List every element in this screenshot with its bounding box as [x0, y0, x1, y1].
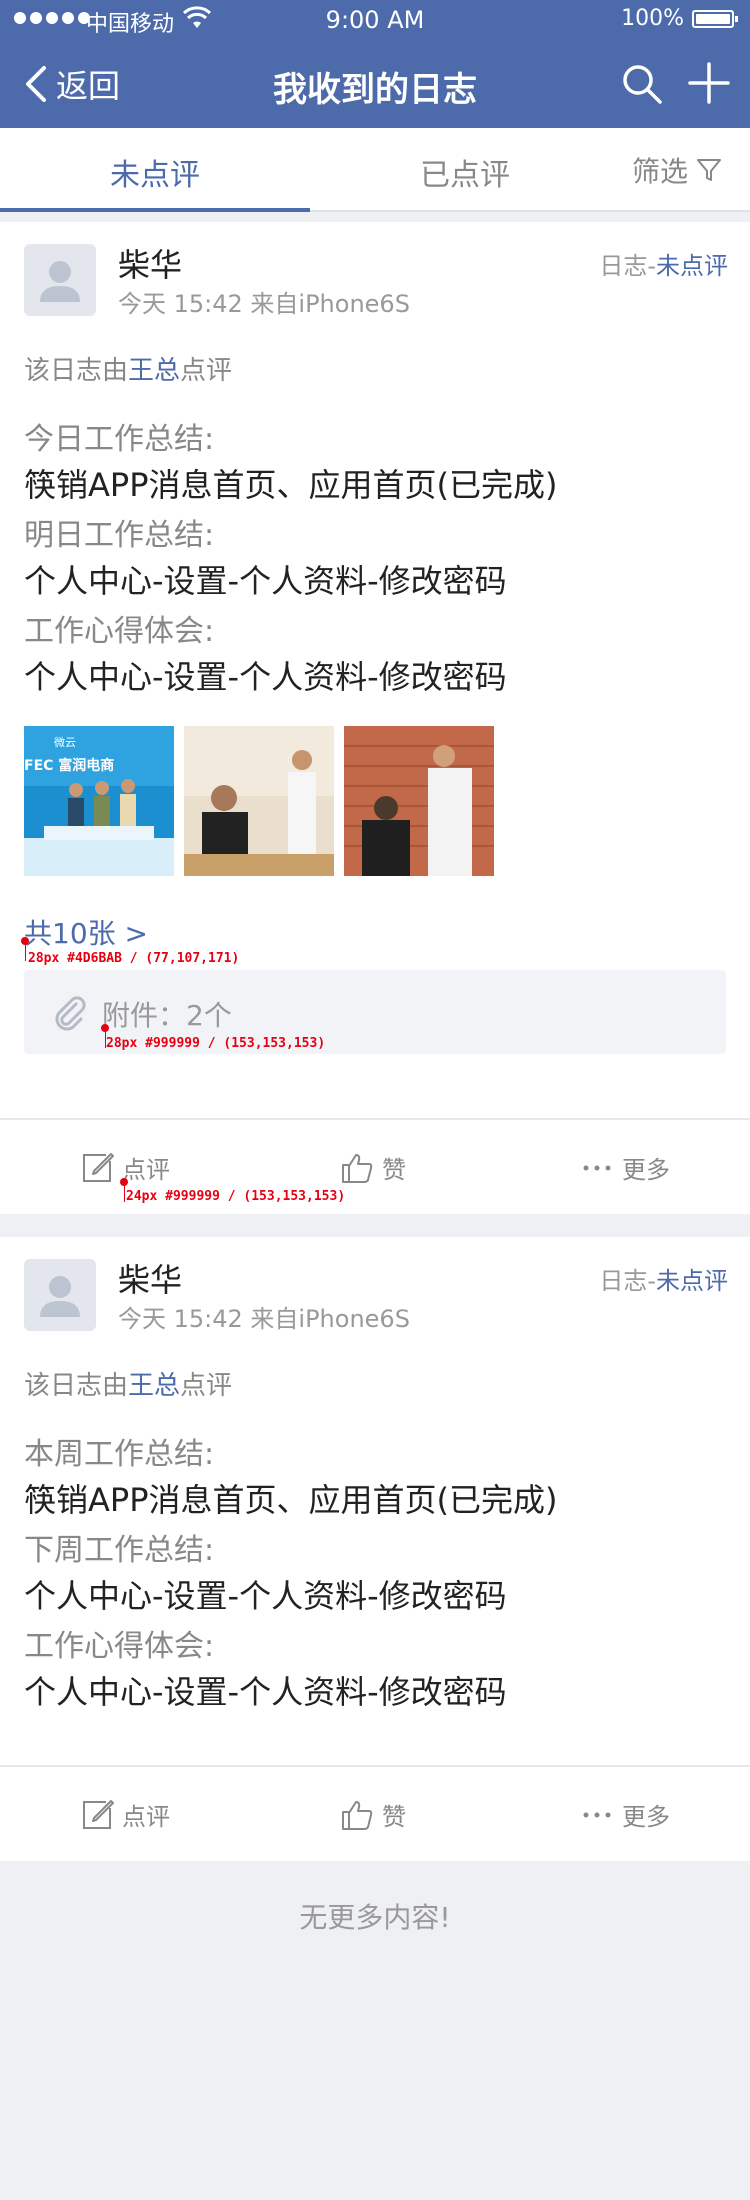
- add-icon[interactable]: [686, 60, 732, 106]
- reviewer-name[interactable]: 王总: [128, 356, 180, 386]
- like-label: 赞: [382, 1803, 406, 1831]
- reviewed-by-prefix: 该日志由: [24, 356, 129, 386]
- log-card[interactable]: 柴华 今天 15:42 来自iPhone6S 日志-未点评 该日志由王总点评 今…: [0, 222, 750, 1118]
- battery-icon: [692, 10, 738, 28]
- tab-unreviewed[interactable]: 未点评: [110, 150, 200, 194]
- like-label: 赞: [382, 1156, 406, 1184]
- log-type-prefix: 日志-: [599, 1267, 656, 1295]
- section-text: 个人中心-设置-个人资料-修改密码: [24, 658, 507, 696]
- section-label: 工作心得体会:: [24, 1629, 215, 1664]
- section-text: 个人中心-设置-个人资料-修改密码: [24, 562, 507, 600]
- review-status: 未点评: [656, 252, 728, 280]
- photo-thumbnail[interactable]: [344, 726, 494, 876]
- search-icon[interactable]: [620, 62, 664, 106]
- author-name[interactable]: 柴华: [118, 1255, 182, 1301]
- section-text: 筷销APP消息首页、应用首页(已完成): [24, 1481, 558, 1519]
- section-label: 下周工作总结:: [24, 1533, 215, 1568]
- reviewer-name[interactable]: 王总: [128, 1371, 180, 1401]
- annotation-line: [124, 1182, 125, 1202]
- edit-icon: [83, 1799, 114, 1829]
- annotation-photo-count: 28px #4D6BAB / (77,107,171): [28, 951, 240, 966]
- photo-brand-text: 微云: [54, 735, 76, 749]
- log-card[interactable]: 柴华 今天 15:42 来自iPhone6S 日志-未点评 该日志由王总点评 本…: [0, 1237, 750, 1765]
- section-label: 明日工作总结:: [24, 518, 215, 553]
- reviewed-by-line: 该日志由王总点评: [24, 350, 232, 387]
- section-label: 工作心得体会:: [24, 614, 215, 649]
- section-label: 本周工作总结:: [24, 1437, 215, 1472]
- photo-clinic: [184, 726, 334, 876]
- post-action-bar: 点评 赞 更多: [0, 1765, 750, 1861]
- more-button[interactable]: 更多: [580, 1150, 670, 1185]
- annotation-attachment: 28px #999999 / (153,153,153): [106, 1036, 326, 1051]
- filter-label: 筛选: [632, 155, 689, 188]
- post-meta: 今天 15:42 来自iPhone6S: [118, 290, 410, 318]
- person-icon: [40, 261, 80, 302]
- battery-percent: 100%: [621, 6, 684, 31]
- section-text: 个人中心-设置-个人资料-修改密码: [24, 1673, 507, 1711]
- section-text: 筷销APP消息首页、应用首页(已完成): [24, 466, 558, 504]
- thumbs-up-icon: [342, 1800, 373, 1830]
- photo-strip: 微云 FEC 富润电商: [24, 726, 504, 876]
- section-label: 今日工作总结:: [24, 422, 215, 457]
- reviewed-by-suffix: 点评: [180, 356, 233, 386]
- photo-massage: [344, 726, 494, 876]
- like-button[interactable]: 赞: [340, 1797, 406, 1832]
- log-type-tag: 日志-未点评: [599, 246, 728, 281]
- attachment-label: 附件：2个: [102, 999, 232, 1032]
- reviewed-by-line: 该日志由王总点评: [24, 1365, 232, 1402]
- thumbs-up-icon: [342, 1153, 373, 1183]
- active-tab-indicator: [0, 208, 310, 212]
- view-all-photos-link[interactable]: 共10张 >: [24, 912, 148, 952]
- section-text: 个人中心-设置-个人资料-修改密码: [24, 1577, 507, 1615]
- status-bar: 中国移动 9:00 AM 100%: [0, 0, 750, 40]
- post-meta: 今天 15:42 来自iPhone6S: [118, 1305, 410, 1333]
- review-label: 点评: [122, 1156, 170, 1184]
- photo-fec-text: FEC 富润电商: [24, 757, 114, 774]
- like-button[interactable]: 赞: [340, 1150, 406, 1185]
- review-label: 点评: [122, 1803, 170, 1831]
- ellipsis-icon: [583, 1812, 611, 1817]
- top-bar: 中国移动 9:00 AM 100% 返回 我收到的日志: [0, 0, 750, 128]
- post-action-bar: 点评 赞 更多: [0, 1118, 750, 1214]
- annotation-action: 24px #999999 / (153,153,153): [126, 1189, 346, 1204]
- avatar[interactable]: [24, 1259, 96, 1331]
- paperclip-icon: [55, 996, 86, 1031]
- person-icon: [40, 1276, 80, 1317]
- log-type-tag: 日志-未点评: [599, 1261, 728, 1296]
- more-button[interactable]: 更多: [580, 1797, 670, 1832]
- log-type-prefix: 日志-: [599, 252, 656, 280]
- photo-thumbnail[interactable]: 微云 FEC 富润电商: [24, 726, 174, 876]
- author-name[interactable]: 柴华: [118, 240, 182, 286]
- reviewed-by-prefix: 该日志由: [24, 1371, 129, 1401]
- end-of-list-text: 无更多内容!: [299, 1901, 451, 1934]
- review-button[interactable]: 点评: [80, 1797, 170, 1832]
- annotation-line: [25, 941, 26, 961]
- edit-icon: [83, 1152, 114, 1182]
- funnel-icon: [697, 159, 722, 181]
- avatar[interactable]: [24, 244, 96, 316]
- review-status: 未点评: [656, 1267, 728, 1295]
- tab-reviewed[interactable]: 已点评: [420, 150, 510, 194]
- more-label: 更多: [622, 1156, 670, 1184]
- tab-bar: 未点评 已点评 筛选: [0, 128, 750, 212]
- photo-thumbnail[interactable]: [184, 726, 334, 876]
- nav-bar: 返回 我收到的日志: [0, 40, 750, 128]
- ellipsis-icon: [583, 1165, 611, 1170]
- photo-office-group: 微云 FEC 富润电商: [24, 726, 174, 876]
- more-label: 更多: [622, 1803, 670, 1831]
- filter-button[interactable]: 筛选: [632, 150, 722, 190]
- reviewed-by-suffix: 点评: [180, 1371, 233, 1401]
